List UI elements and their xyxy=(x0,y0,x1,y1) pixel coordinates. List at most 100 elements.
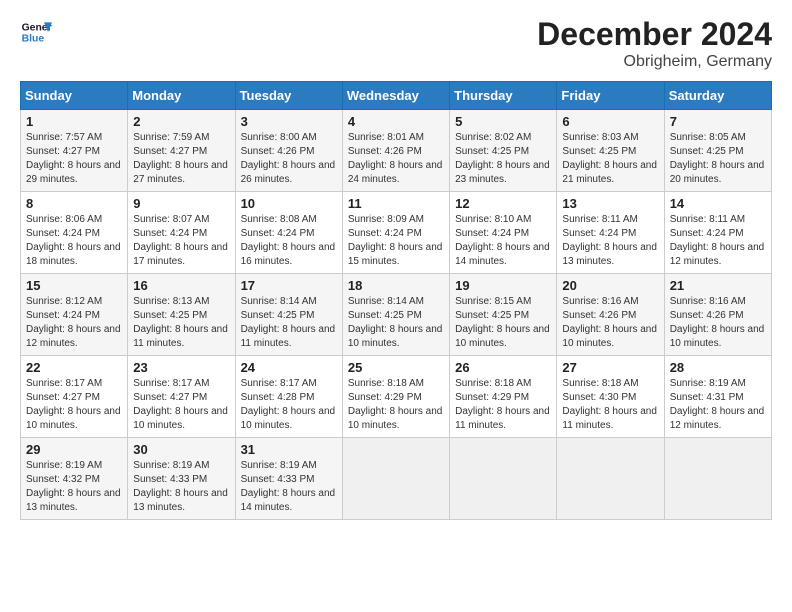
calendar-cell: 4 Sunrise: 8:01 AMSunset: 4:26 PMDaylight… xyxy=(342,110,449,192)
day-info: Sunrise: 8:12 AMSunset: 4:24 PMDaylight:… xyxy=(26,295,122,351)
calendar-cell: 28 Sunrise: 8:19 AMSunset: 4:31 PMDayligh… xyxy=(664,356,771,438)
day-info: Sunrise: 8:11 AMSunset: 4:24 PMDaylight:… xyxy=(562,213,658,269)
calendar-cell: 29 Sunrise: 8:19 AMSunset: 4:32 PMDayligh… xyxy=(21,438,128,520)
day-info: Sunrise: 8:17 AMSunset: 4:27 PMDaylight:… xyxy=(26,377,122,433)
day-info: Sunrise: 8:03 AMSunset: 4:25 PMDaylight:… xyxy=(562,131,658,187)
day-info: Sunrise: 8:18 AMSunset: 4:29 PMDaylight:… xyxy=(455,377,551,433)
day-info: Sunrise: 8:16 AMSunset: 4:26 PMDaylight:… xyxy=(670,295,766,351)
day-info: Sunrise: 7:59 AMSunset: 4:27 PMDaylight:… xyxy=(133,131,229,187)
day-number: 14 xyxy=(670,196,766,211)
calendar-cell: 2Sunrise: 7:59 AMSunset: 4:27 PMDaylight… xyxy=(128,110,235,192)
day-number: 29 xyxy=(26,442,122,457)
day-info: Sunrise: 8:10 AMSunset: 4:24 PMDaylight:… xyxy=(455,213,551,269)
day-info: Sunrise: 8:09 AMSunset: 4:24 PMDaylight:… xyxy=(348,213,444,269)
calendar-cell: 19Sunrise: 8:15 AMSunset: 4:25 PMDayligh… xyxy=(450,274,557,356)
calendar-cell: 22Sunrise: 8:17 AMSunset: 4:27 PMDayligh… xyxy=(21,356,128,438)
day-number: 12 xyxy=(455,196,551,211)
calendar-cell: 3 Sunrise: 8:00 AMSunset: 4:26 PMDaylight… xyxy=(235,110,342,192)
day-info: Sunrise: 8:05 AMSunset: 4:25 PMDaylight:… xyxy=(670,131,766,187)
day-info: Sunrise: 8:14 AMSunset: 4:25 PMDaylight:… xyxy=(241,295,337,351)
day-of-week-tuesday: Tuesday xyxy=(235,82,342,110)
logo-icon: General Blue xyxy=(20,16,52,48)
day-number: 24 xyxy=(241,360,337,375)
day-info: Sunrise: 8:01 AMSunset: 4:26 PMDaylight:… xyxy=(348,131,444,187)
calendar-cell: 14 Sunrise: 8:11 AMSunset: 4:24 PMDayligh… xyxy=(664,192,771,274)
day-info: Sunrise: 8:11 AMSunset: 4:24 PMDaylight:… xyxy=(670,213,766,269)
day-info: Sunrise: 8:17 AMSunset: 4:28 PMDaylight:… xyxy=(241,377,337,433)
title-block: December 2024 Obrigheim, Germany xyxy=(537,16,772,71)
day-info: Sunrise: 8:00 AMSunset: 4:26 PMDaylight:… xyxy=(241,131,337,187)
calendar-cell: 15 Sunrise: 8:12 AMSunset: 4:24 PMDayligh… xyxy=(21,274,128,356)
day-number: 25 xyxy=(348,360,444,375)
day-of-week-sunday: Sunday xyxy=(21,82,128,110)
day-number: 3 xyxy=(241,114,337,129)
calendar-cell xyxy=(664,438,771,520)
day-number: 1 xyxy=(26,114,122,129)
day-number: 17 xyxy=(241,278,337,293)
day-number: 13 xyxy=(562,196,658,211)
day-of-week-wednesday: Wednesday xyxy=(342,82,449,110)
calendar-cell: 30Sunrise: 8:19 AMSunset: 4:33 PMDayligh… xyxy=(128,438,235,520)
day-number: 5 xyxy=(455,114,551,129)
calendar-cell: 18Sunrise: 8:14 AMSunset: 4:25 PMDayligh… xyxy=(342,274,449,356)
calendar-cell: 17 Sunrise: 8:14 AMSunset: 4:25 PMDayligh… xyxy=(235,274,342,356)
day-info: Sunrise: 8:18 AMSunset: 4:29 PMDaylight:… xyxy=(348,377,444,433)
day-number: 18 xyxy=(348,278,444,293)
calendar-cell: 1 Sunrise: 7:57 AMSunset: 4:27 PMDaylight… xyxy=(21,110,128,192)
day-number: 15 xyxy=(26,278,122,293)
day-info: Sunrise: 8:08 AMSunset: 4:24 PMDaylight:… xyxy=(241,213,337,269)
day-number: 23 xyxy=(133,360,229,375)
day-of-week-saturday: Saturday xyxy=(664,82,771,110)
day-number: 30 xyxy=(133,442,229,457)
day-info: Sunrise: 8:19 AMSunset: 4:32 PMDaylight:… xyxy=(26,459,122,515)
calendar-cell: 9 Sunrise: 8:07 AMSunset: 4:24 PMDaylight… xyxy=(128,192,235,274)
day-of-week-monday: Monday xyxy=(128,82,235,110)
calendar-cell: 7Sunrise: 8:05 AMSunset: 4:25 PMDaylight… xyxy=(664,110,771,192)
calendar-cell: 5 Sunrise: 8:02 AMSunset: 4:25 PMDaylight… xyxy=(450,110,557,192)
day-number: 11 xyxy=(348,196,444,211)
day-info: Sunrise: 8:02 AMSunset: 4:25 PMDaylight:… xyxy=(455,131,551,187)
calendar-cell xyxy=(450,438,557,520)
day-number: 20 xyxy=(562,278,658,293)
calendar-cell: 8 Sunrise: 8:06 AMSunset: 4:24 PMDaylight… xyxy=(21,192,128,274)
calendar-cell: 12 Sunrise: 8:10 AMSunset: 4:24 PMDayligh… xyxy=(450,192,557,274)
location-subtitle: Obrigheim, Germany xyxy=(537,53,772,71)
calendar-cell xyxy=(342,438,449,520)
day-number: 31 xyxy=(241,442,337,457)
day-number: 27 xyxy=(562,360,658,375)
calendar-cell: 10 Sunrise: 8:08 AMSunset: 4:24 PMDayligh… xyxy=(235,192,342,274)
calendar-cell: 24 Sunrise: 8:17 AMSunset: 4:28 PMDayligh… xyxy=(235,356,342,438)
day-info: Sunrise: 8:17 AMSunset: 4:27 PMDaylight:… xyxy=(133,377,229,433)
day-number: 10 xyxy=(241,196,337,211)
day-number: 28 xyxy=(670,360,766,375)
day-info: Sunrise: 8:13 AMSunset: 4:25 PMDaylight:… xyxy=(133,295,229,351)
calendar-cell: 11 Sunrise: 8:09 AMSunset: 4:24 PMDayligh… xyxy=(342,192,449,274)
day-info: Sunrise: 8:18 AMSunset: 4:30 PMDaylight:… xyxy=(562,377,658,433)
day-number: 8 xyxy=(26,196,122,211)
day-number: 9 xyxy=(133,196,229,211)
page-header: General Blue December 2024 Obrigheim, Ge… xyxy=(20,16,772,71)
day-number: 6 xyxy=(562,114,658,129)
month-title: December 2024 xyxy=(537,16,772,53)
day-info: Sunrise: 8:16 AMSunset: 4:26 PMDaylight:… xyxy=(562,295,658,351)
calendar-cell: 21 Sunrise: 8:16 AMSunset: 4:26 PMDayligh… xyxy=(664,274,771,356)
day-of-week-thursday: Thursday xyxy=(450,82,557,110)
day-info: Sunrise: 7:57 AMSunset: 4:27 PMDaylight:… xyxy=(26,131,122,187)
calendar-cell: 13 Sunrise: 8:11 AMSunset: 4:24 PMDayligh… xyxy=(557,192,664,274)
calendar-cell: 16 Sunrise: 8:13 AMSunset: 4:25 PMDayligh… xyxy=(128,274,235,356)
calendar-cell: 26 Sunrise: 8:18 AMSunset: 4:29 PMDayligh… xyxy=(450,356,557,438)
day-number: 26 xyxy=(455,360,551,375)
day-number: 4 xyxy=(348,114,444,129)
day-info: Sunrise: 8:19 AMSunset: 4:31 PMDaylight:… xyxy=(670,377,766,433)
calendar-cell: 6 Sunrise: 8:03 AMSunset: 4:25 PMDaylight… xyxy=(557,110,664,192)
calendar-cell xyxy=(557,438,664,520)
calendar-cell: 31Sunrise: 8:19 AMSunset: 4:33 PMDayligh… xyxy=(235,438,342,520)
day-info: Sunrise: 8:06 AMSunset: 4:24 PMDaylight:… xyxy=(26,213,122,269)
day-number: 16 xyxy=(133,278,229,293)
logo: General Blue xyxy=(20,16,52,48)
day-of-week-friday: Friday xyxy=(557,82,664,110)
calendar-cell: 23 Sunrise: 8:17 AMSunset: 4:27 PMDayligh… xyxy=(128,356,235,438)
day-number: 21 xyxy=(670,278,766,293)
day-info: Sunrise: 8:07 AMSunset: 4:24 PMDaylight:… xyxy=(133,213,229,269)
calendar-table: SundayMondayTuesdayWednesdayThursdayFrid… xyxy=(20,81,772,520)
